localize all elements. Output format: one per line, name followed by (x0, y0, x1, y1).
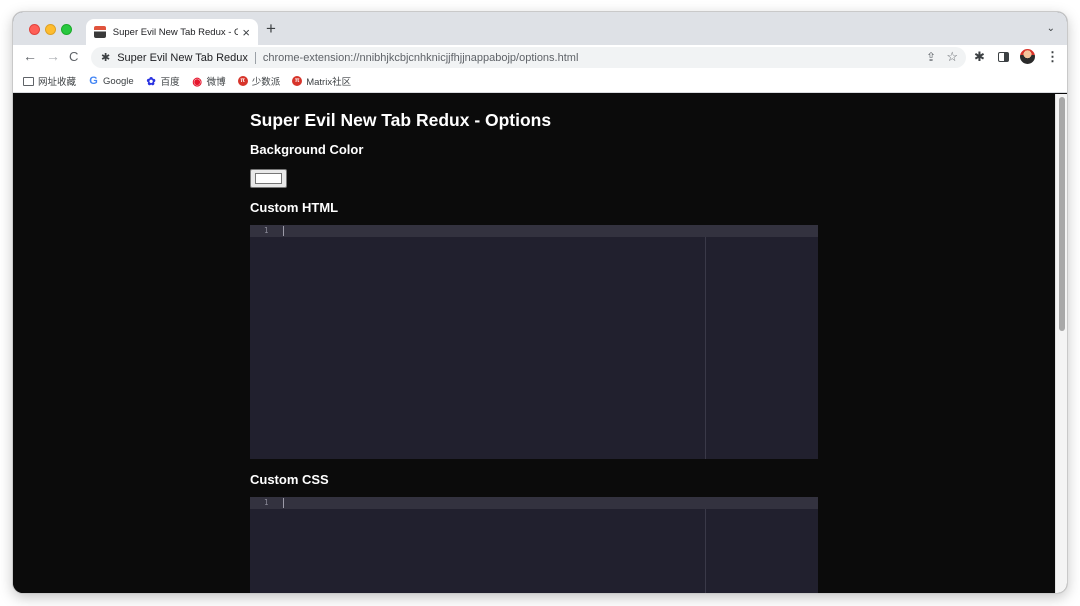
omnibox-site-name: Super Evil New Tab Redux (117, 51, 248, 64)
bookmark-sspai[interactable]: π 少数派 (237, 74, 281, 88)
side-panel-icon[interactable] (998, 52, 1009, 62)
back-icon[interactable]: ← (23, 49, 37, 63)
custom-html-heading: Custom HTML (250, 200, 339, 215)
omnibox-divider (254, 51, 256, 64)
editor-active-line: 1 (250, 225, 818, 237)
tab-close-icon[interactable]: × (242, 26, 250, 39)
baidu-icon: ✿ (146, 75, 156, 88)
browser-window: Super Evil New Tab Redux - Options × + ⌄… (13, 12, 1067, 593)
scrollbar-thumb[interactable] (1059, 97, 1065, 331)
print-margin-line (705, 237, 706, 459)
omnibox-url[interactable]: chrome-extension://nnibhjkcbjcnhknicjjfh… (263, 52, 579, 64)
toolbar: ← → C ✱ Super Evil New Tab Redux chrome-… (13, 45, 1067, 70)
color-swatch (255, 173, 282, 184)
bookmark-weibo[interactable]: ◉ 微博 (192, 74, 226, 89)
bookmark-label: 微博 (206, 77, 226, 88)
tab-strip: Super Evil New Tab Redux - Options × + ⌄ (13, 12, 1067, 45)
minimize-window-button[interactable] (45, 24, 56, 35)
extensions-puzzle-icon[interactable]: ✱ (974, 49, 985, 65)
bookmark-label: Google (103, 75, 134, 87)
address-bar[interactable]: ✱ Super Evil New Tab Redux chrome-extens… (91, 47, 966, 68)
line-number: 1 (264, 226, 269, 235)
close-window-button[interactable] (29, 24, 40, 35)
bookmark-label: Matrix社区 (306, 77, 352, 88)
bookmark-google[interactable]: G Google (88, 75, 134, 87)
bookmarks-bar: 网址收藏 G Google ✿ 百度 ◉ 微博 π 少数派 π Matrix社区 (13, 70, 1067, 93)
sspai-icon: π (237, 76, 248, 86)
bookmark-label: 百度 (160, 77, 180, 88)
extension-puzzle-icon: ✱ (101, 52, 111, 64)
google-icon: G (89, 75, 98, 87)
options-page: Super Evil New Tab Redux - Options Backg… (13, 94, 1055, 593)
print-margin-line (705, 509, 706, 593)
tab-search-chevron-icon[interactable]: ⌄ (1047, 23, 1055, 34)
profile-avatar[interactable] (1020, 49, 1035, 64)
new-tab-icon[interactable]: + (266, 20, 276, 37)
tab-options[interactable]: Super Evil New Tab Redux - Options × (86, 19, 258, 45)
folder-icon (23, 76, 34, 86)
page-title: Super Evil New Tab Redux - Options (250, 110, 552, 130)
custom-css-heading: Custom CSS (250, 472, 329, 487)
custom-css-editor[interactable]: 1 (250, 497, 818, 593)
maximize-window-button[interactable] (61, 24, 72, 35)
bookmark-matrix[interactable]: π Matrix社区 (292, 74, 351, 88)
background-color-picker[interactable] (250, 169, 287, 188)
more-menu-icon[interactable]: ⋮ (1046, 49, 1059, 65)
background-color-heading: Background Color (250, 142, 364, 157)
editor-active-line: 1 (250, 497, 818, 509)
bookmark-star-icon[interactable]: ☆ (946, 49, 958, 65)
bookmark-label: 少数派 (251, 77, 281, 88)
text-cursor (283, 498, 284, 508)
weibo-icon: ◉ (192, 75, 202, 88)
page-scrollbar[interactable] (1055, 94, 1067, 593)
matrix-icon: π (292, 76, 303, 86)
bookmark-baidu[interactable]: ✿ 百度 (146, 74, 180, 89)
reload-icon[interactable]: C (69, 50, 78, 63)
tab-title: Super Evil New Tab Redux - Options (112, 26, 239, 38)
share-icon[interactable]: ⇪ (926, 50, 936, 64)
bookmark-label: 网址收藏 (38, 77, 77, 88)
forward-icon[interactable]: → (46, 49, 60, 63)
custom-html-editor[interactable]: 1 (250, 225, 818, 459)
extension-favicon-icon (94, 26, 106, 38)
bookmark-folder-favorites[interactable]: 网址收藏 (23, 74, 76, 88)
line-number: 1 (264, 498, 269, 507)
text-cursor (283, 226, 284, 236)
